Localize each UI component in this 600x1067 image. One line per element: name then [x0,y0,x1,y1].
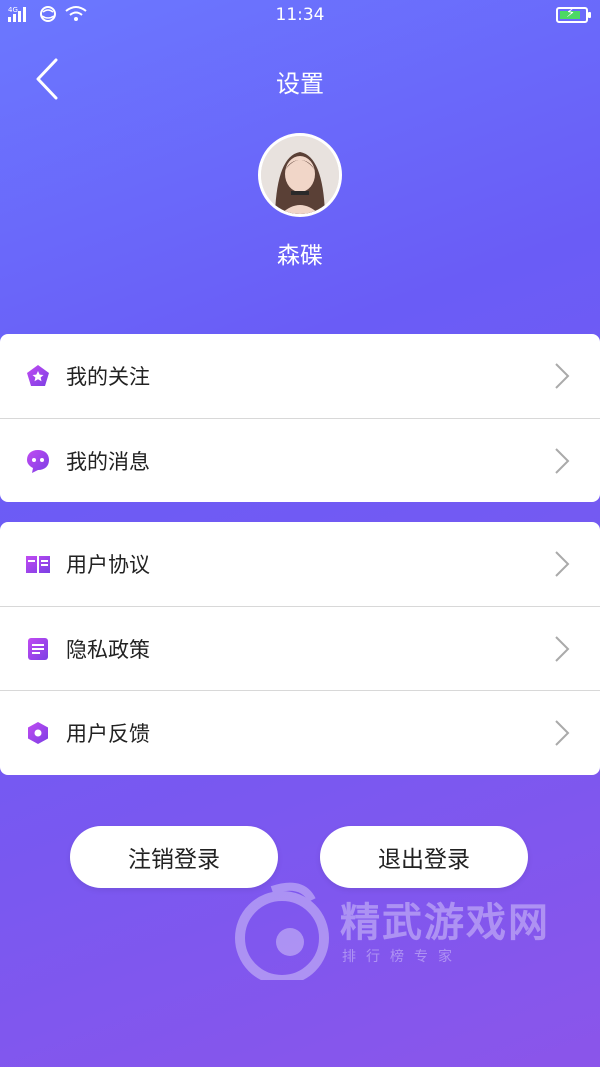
menu-item-label: 我的关注 [66,365,150,389]
menu-group-2: 用户协议 隐私政策 用户反馈 [0,522,600,775]
menu-item-following[interactable]: 我的关注 [0,334,600,418]
book-icon [25,551,51,577]
watermark-title: 精武游戏网 [340,900,550,946]
document-icon [25,636,51,662]
menu-item-privacy-policy[interactable]: 隐私政策 [0,606,600,690]
chevron-right-icon [555,448,570,474]
page-title: 设置 [276,70,324,98]
chevron-right-icon [555,551,570,577]
menu-item-messages[interactable]: 我的消息 [0,418,600,502]
menu-item-label: 隐私政策 [66,637,150,662]
menu-group-1: 我的关注 我的消息 [0,334,600,502]
chat-bubble-icon [25,448,51,474]
watermark: 精武游戏网 排行榜专家 [232,880,577,980]
menu-item-user-agreement[interactable]: 用户协议 [0,522,600,606]
avatar-photo [261,136,339,214]
chevron-right-icon [555,363,570,389]
header: 设置 [0,50,600,110]
hexagon-icon [25,720,51,746]
chevron-right-icon [555,720,570,746]
chevron-right-icon [555,636,570,662]
username: 森碟 [277,243,323,269]
menu-item-label: 用户协议 [66,553,150,577]
menu-item-label: 用户反馈 [66,721,150,746]
watermark-subtitle: 排行榜专家 [342,949,462,965]
star-icon [25,363,51,389]
watermark-logo [235,882,329,980]
status-time: 11:34 [275,5,325,25]
battery-icon: ⚡ [556,6,591,23]
menu-item-label: 我的消息 [66,449,150,474]
logout-button[interactable]: 退出登录 [320,826,528,888]
cancel-account-button[interactable]: 注销登录 [70,826,278,888]
avatar[interactable] [258,133,342,217]
status-bar: 4G 11:34 ⚡ [0,0,600,32]
menu-item-feedback[interactable]: 用户反馈 [0,690,600,774]
